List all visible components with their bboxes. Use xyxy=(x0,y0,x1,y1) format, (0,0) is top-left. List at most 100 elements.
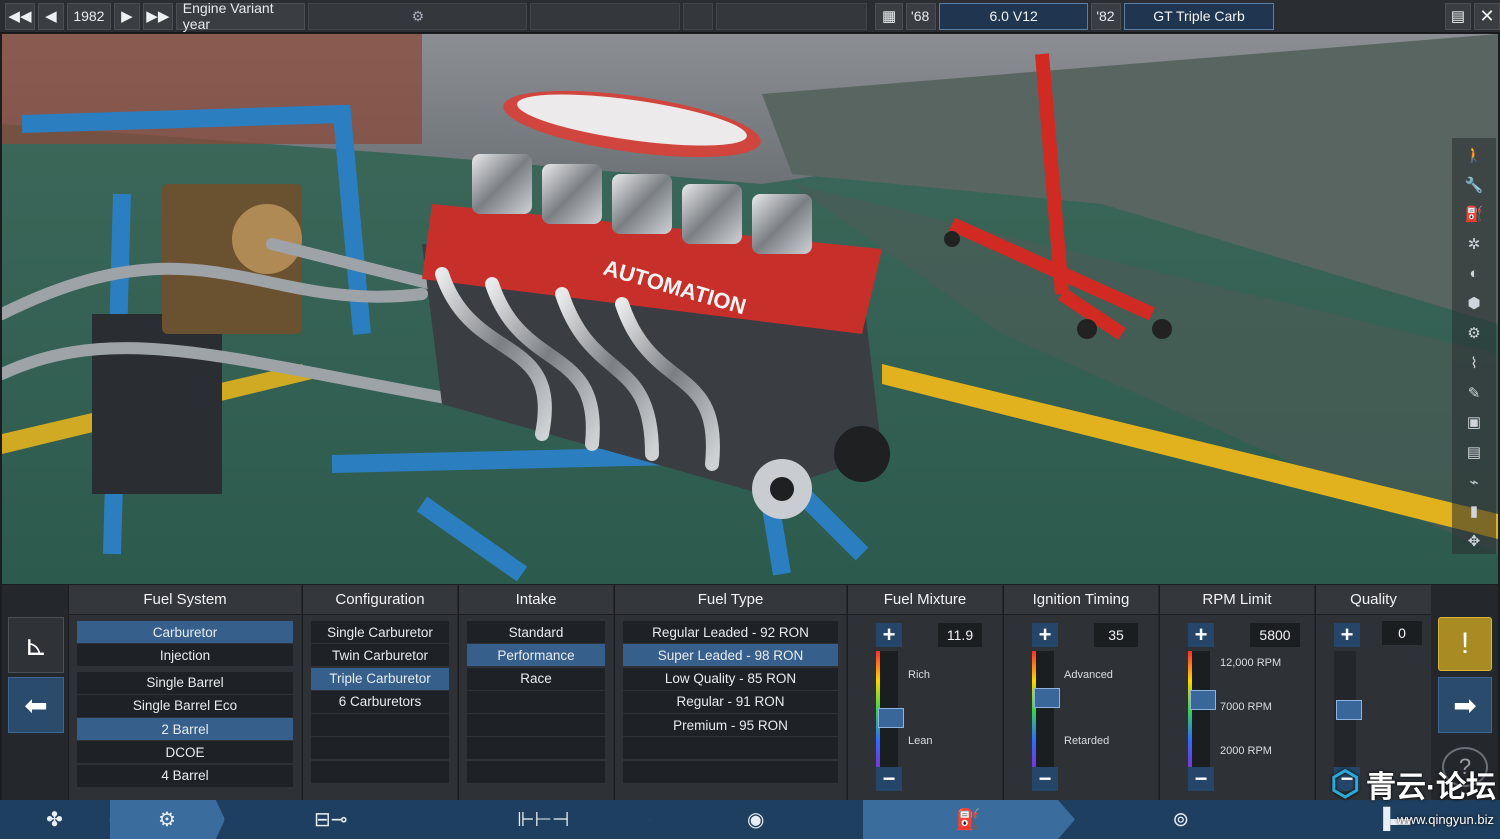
left-arrow-icon[interactable]: ◀ xyxy=(37,2,64,30)
carb-type-option[interactable]: Single Barrel Eco xyxy=(77,694,293,717)
exhaust-icon[interactable]: ⌇ xyxy=(1460,350,1488,376)
decrease-button[interactable]: − xyxy=(1188,766,1214,791)
rpm-limit-slider[interactable] xyxy=(1188,651,1216,769)
ignition-timing-title: Ignition Timing xyxy=(1004,585,1158,615)
increase-button[interactable]: + xyxy=(876,622,902,647)
quality-slider[interactable] xyxy=(1334,651,1362,769)
slider-thumb[interactable] xyxy=(878,708,904,728)
toolbar-slot xyxy=(530,2,680,30)
lean-label: Lean xyxy=(908,735,933,747)
fuel-type-title: Fuel Type xyxy=(615,585,846,615)
warning-icon[interactable]: ! xyxy=(1438,617,1492,671)
quality-title: Quality xyxy=(1316,585,1431,615)
boot-icon[interactable]: ▮ xyxy=(1460,499,1488,525)
carb-type-option[interactable]: 4 Barrel xyxy=(77,764,293,787)
box-icon[interactable]: ▤ xyxy=(1460,439,1488,465)
aspiration-icon[interactable]: ◉ xyxy=(650,800,863,839)
fuel-mixture-slider[interactable] xyxy=(876,651,904,769)
fuel-system-option[interactable]: Injection xyxy=(77,644,293,667)
next-arrow-button[interactable]: ➡ xyxy=(1438,677,1492,733)
fuel-type-option[interactable]: Regular Leaded - 92 RON xyxy=(623,621,838,643)
graph-icon[interactable]: ⊾ xyxy=(8,617,64,673)
exhaust-icon[interactable]: ⊚ xyxy=(1075,800,1288,839)
gear-icon[interactable]: ⚙ xyxy=(1460,320,1488,346)
slider-thumb[interactable] xyxy=(1336,700,1362,720)
engine-variant-icon[interactable]: ⚙ xyxy=(110,800,225,839)
fuel-type-option[interactable]: Premium - 95 RON xyxy=(623,714,838,737)
move-icon[interactable]: ✥ xyxy=(1460,528,1488,554)
part-tools-sidebar: 🚶 🔧 ⛽ ✲ ◐ ⬢ ⚙ ⌇ ✎ ▣ ▤ ⌁ ▮ ✥ xyxy=(1452,138,1496,554)
watermark-logo-icon: ⬡ xyxy=(1330,765,1360,803)
ignition-timing-value: 35 xyxy=(1094,623,1138,647)
empty-slot xyxy=(311,760,449,783)
empty-slot xyxy=(467,714,605,737)
toolbar-slot xyxy=(715,2,868,30)
carb-type-option[interactable]: Single Barrel xyxy=(77,671,293,694)
rpm-scale-label: 12,000 RPM xyxy=(1220,657,1282,669)
intake-option[interactable]: Standard xyxy=(467,621,605,643)
app-window: ◀◀ ◀ 1982 ▶ ▶▶ Engine Variant year ⚙ ▦ '… xyxy=(0,0,1500,839)
intake-option[interactable]: Race xyxy=(467,667,605,690)
box-icon[interactable]: ▣ xyxy=(1460,409,1488,435)
fuel-mixture-title: Fuel Mixture xyxy=(848,585,1002,615)
fuel-icon[interactable]: ⛽ xyxy=(862,800,1075,839)
advanced-label: Advanced xyxy=(1064,669,1113,681)
intake-option[interactable]: Performance xyxy=(467,644,605,667)
engine-3d-viewport[interactable]: AUTOMATION 🚶 🔧 ⛽ ✲ ◐ ⬢ ⚙ ⌇ ✎ ▣ ▤ ⌁ ▮ ✥ xyxy=(2,34,1498,584)
pipe-icon[interactable]: ⌁ xyxy=(1460,469,1488,495)
empty-slot xyxy=(311,737,449,760)
decrease-button[interactable]: − xyxy=(876,766,902,791)
fuel-system-panel: ⊾ ⬅ Fuel System Carburetor Injection Sin… xyxy=(2,585,1498,800)
double-left-arrow-icon[interactable]: ◀◀ xyxy=(5,2,35,30)
close-icon[interactable]: ✕ xyxy=(1474,2,1500,30)
configuration-option[interactable]: 6 Carburetors xyxy=(311,690,449,713)
watermark-text: 青云·论坛 xyxy=(1366,771,1496,804)
increase-button[interactable]: + xyxy=(1032,622,1058,647)
increase-button[interactable]: + xyxy=(1188,622,1214,647)
empty-slot xyxy=(311,714,449,737)
bottom-end-icon[interactable]: ⊟⊸ xyxy=(225,800,438,839)
save-icon[interactable]: ▤ xyxy=(1445,2,1471,30)
carb-type-option[interactable]: DCOE xyxy=(77,741,293,764)
fuel-type-option[interactable]: Low Quality - 85 RON xyxy=(623,667,838,690)
fuel-system-option[interactable]: Carburetor xyxy=(77,621,293,643)
fuel-system-column: Fuel System Carburetor Injection Single … xyxy=(68,585,301,800)
configuration-option[interactable]: Twin Carburetor xyxy=(311,644,449,667)
piston-icon[interactable]: ⛽ xyxy=(1460,201,1488,227)
empty-slot xyxy=(467,690,605,713)
engine-block-icon[interactable]: ▦ xyxy=(875,2,904,30)
fan-icon[interactable]: ✲ xyxy=(1460,231,1488,257)
top-bar: ◀◀ ◀ 1982 ▶ ▶▶ Engine Variant year ⚙ ▦ '… xyxy=(0,0,1500,33)
empty-slot xyxy=(623,737,838,760)
ignition-timing-slider[interactable] xyxy=(1032,651,1060,769)
slider-thumb[interactable] xyxy=(1190,690,1216,710)
block-icon[interactable]: ⬢ xyxy=(1460,291,1488,317)
fuel-type-option[interactable]: Super Leaded - 98 RON xyxy=(623,644,838,667)
configuration-option[interactable]: Single Carburetor xyxy=(311,621,449,643)
slider-thumb[interactable] xyxy=(1034,688,1060,708)
engine-designer-nav: ✤ ⚙ ⊟⊸ ⊩⊢⊣ ◉ ⛽ ⊚ ▐▬ xyxy=(0,800,1500,839)
variant-year-short: '82 xyxy=(1091,2,1122,30)
back-arrow-button[interactable]: ⬅ xyxy=(8,677,64,733)
double-right-arrow-icon[interactable]: ▶▶ xyxy=(142,2,173,30)
variant-name-input[interactable]: GT Triple Carb xyxy=(1124,2,1274,30)
garage-scene: AUTOMATION xyxy=(2,34,1498,584)
configuration-option[interactable]: Triple Carburetor xyxy=(311,667,449,690)
empty-slot xyxy=(467,737,605,760)
configuration-column: Configuration Single Carburetor Twin Car… xyxy=(302,585,457,800)
wrench-icon[interactable]: 🔧 xyxy=(1460,172,1488,198)
engine-icon[interactable]: ⚙ xyxy=(308,2,528,30)
family-name[interactable]: 6.0 V12 xyxy=(938,2,1089,30)
rpm-scale-label: 2000 RPM xyxy=(1220,745,1272,757)
top-end-icon[interactable]: ⊩⊢⊣ xyxy=(438,800,650,839)
turbo-icon[interactable]: ◐ xyxy=(1460,261,1488,287)
decrease-button[interactable]: − xyxy=(1032,766,1058,791)
ruler-icon[interactable]: ✎ xyxy=(1460,380,1488,406)
increase-button[interactable]: + xyxy=(1334,622,1360,647)
engine-family-icon[interactable]: ✤ xyxy=(0,800,110,839)
right-arrow-icon[interactable]: ▶ xyxy=(113,2,140,30)
rpm-limit-column: RPM Limit + 5800 12,000 RPM 7000 RPM 200… xyxy=(1159,585,1314,800)
carb-type-option[interactable]: 2 Barrel xyxy=(77,718,293,741)
fuel-type-option[interactable]: Regular - 91 RON xyxy=(623,690,838,713)
walk-icon[interactable]: 🚶 xyxy=(1460,142,1488,168)
